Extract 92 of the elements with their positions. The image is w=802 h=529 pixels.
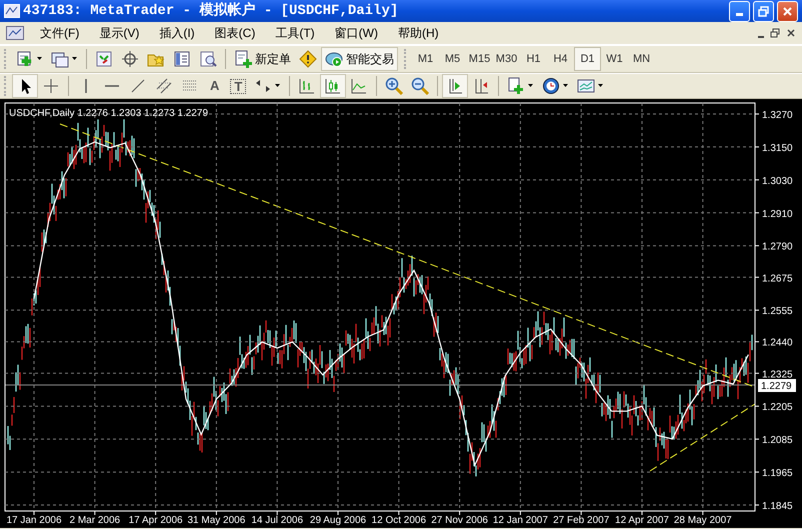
- price-axis-label: 1.1845: [762, 501, 793, 512]
- new-order-button[interactable]: 新定单: [230, 47, 295, 71]
- tester-icon: [199, 50, 217, 68]
- date-axis-label: 31 May 2006: [187, 515, 246, 526]
- zoom-out-icon: [411, 77, 430, 95]
- date-axis-label: 14 Jul 2006: [251, 515, 304, 526]
- crosshair-icon: [42, 77, 60, 95]
- label-tool-button[interactable]: T: [226, 74, 250, 98]
- warning-icon: [299, 50, 317, 68]
- indicators-icon: [507, 77, 526, 95]
- zoom-in-icon: [385, 77, 404, 95]
- date-axis-label: 17 Apr 2006: [128, 515, 183, 526]
- channel-icon: [155, 77, 173, 95]
- autoscroll-tool-button[interactable]: [442, 74, 468, 98]
- date-axis-label: 27 Feb 2007: [553, 515, 610, 526]
- new-order-icon: [234, 50, 252, 68]
- minimize-icon: [736, 12, 743, 16]
- caret-icon: [563, 84, 570, 88]
- caret-icon: [37, 57, 43, 61]
- timeframe-button[interactable]: W1: [601, 47, 628, 71]
- menu-item[interactable]: 窗口(W): [324, 22, 388, 44]
- timeframe-button[interactable]: MN: [628, 47, 655, 71]
- caret-icon: [275, 84, 282, 88]
- text-tool-button[interactable]: A: [203, 74, 226, 98]
- menu-item[interactable]: 显示(V): [89, 22, 150, 44]
- document-icon: [6, 26, 24, 40]
- timeframe-button[interactable]: M5: [439, 47, 466, 71]
- navigator-icon: [173, 50, 191, 68]
- price-axis-label: 1.3150: [762, 142, 793, 154]
- quotes-icon: [95, 50, 113, 68]
- caret-icon: [528, 84, 534, 88]
- price-axis-label: 1.2325: [762, 369, 793, 380]
- window-title: 437183: MetaTrader - 模拟帐户 - [USDCHF,Daily]: [23, 0, 400, 20]
- date-axis-label: 12 Apr 2007: [615, 515, 669, 526]
- price-axis-label: 1.2790: [762, 242, 793, 253]
- caret-icon: [72, 57, 78, 61]
- price-axis-label: 1.2205: [762, 402, 793, 414]
- date-axis-label: 2 Mar 2006: [70, 515, 120, 526]
- close-icon: [786, 28, 796, 38]
- expert-advisor-icon: [325, 50, 343, 68]
- price-axis-label: 1.1965: [762, 468, 793, 480]
- menu-item[interactable]: 图表(C): [204, 22, 266, 44]
- app-icon: [4, 4, 20, 18]
- caret-icon: [598, 84, 604, 88]
- trend-line-icon: [129, 77, 147, 95]
- minimize-icon: [758, 36, 764, 38]
- close-button[interactable]: [786, 28, 796, 38]
- timeframe-button[interactable]: H4: [547, 47, 574, 71]
- close-icon: [782, 6, 793, 16]
- vertical-line-icon: [85, 79, 87, 93]
- price-axis-label: 1.2555: [762, 306, 793, 318]
- profiles-icon: [51, 50, 69, 68]
- date-axis-label: 12 Oct 2006: [372, 515, 426, 526]
- price-axis-label: 1.2085: [762, 435, 793, 446]
- timeframe-button[interactable]: H1: [520, 47, 547, 71]
- restore-icon: [758, 6, 769, 16]
- timeframe-button[interactable]: M1: [412, 47, 439, 71]
- price-axis-label: 1.3030: [762, 176, 793, 187]
- price-axis-label: 1.2910: [762, 208, 793, 220]
- candlestick-icon: [324, 77, 342, 95]
- current-price-tag: 1.2279: [758, 379, 796, 392]
- price-axis-label: 1.2440: [762, 338, 793, 349]
- date-axis-label: 12 Jan 2007: [492, 515, 548, 526]
- clock-icon: [542, 77, 560, 95]
- new-chart-icon: [16, 50, 34, 68]
- restore-icon: [770, 28, 780, 38]
- menu-item[interactable]: 工具(T): [265, 22, 325, 44]
- date-axis-label: 17 Jan 2006: [6, 515, 62, 526]
- template-icon: [577, 77, 596, 95]
- restore-button[interactable]: [753, 0, 774, 22]
- cursor-tool-button[interactable]: [12, 74, 38, 98]
- line-chart-icon: [350, 77, 368, 95]
- candlestick-tool-button[interactable]: [320, 74, 346, 98]
- crosshair-icon: [121, 50, 139, 68]
- chart-header: USDCHF,Daily 1.2276 1.2303 1.2273 1.2279: [9, 108, 208, 119]
- bar-chart-icon: [298, 77, 316, 95]
- timeframe-button[interactable]: M30: [493, 47, 520, 71]
- horizontal-line-icon: [105, 85, 119, 87]
- menu-item[interactable]: 帮助(H): [388, 22, 449, 44]
- date-axis-label: 28 May 2007: [674, 515, 732, 526]
- date-axis-label: 27 Nov 2006: [431, 515, 488, 526]
- restore-button[interactable]: [770, 28, 780, 38]
- price-axis-label: 1.2675: [762, 273, 793, 284]
- expert-advisors-button[interactable]: 智能交易: [321, 47, 398, 71]
- minimize-button[interactable]: [729, 0, 750, 22]
- menu-item[interactable]: 插入(I): [149, 22, 205, 44]
- timeframe-button[interactable]: D1: [574, 47, 601, 71]
- menu-item[interactable]: 文件(F): [30, 22, 90, 44]
- price-axis-label: 1.3270: [762, 110, 793, 121]
- date-axis-label: 29 Aug 2006: [310, 515, 366, 526]
- arrows-icon: [254, 77, 272, 95]
- timeframe-button[interactable]: M15: [466, 47, 493, 71]
